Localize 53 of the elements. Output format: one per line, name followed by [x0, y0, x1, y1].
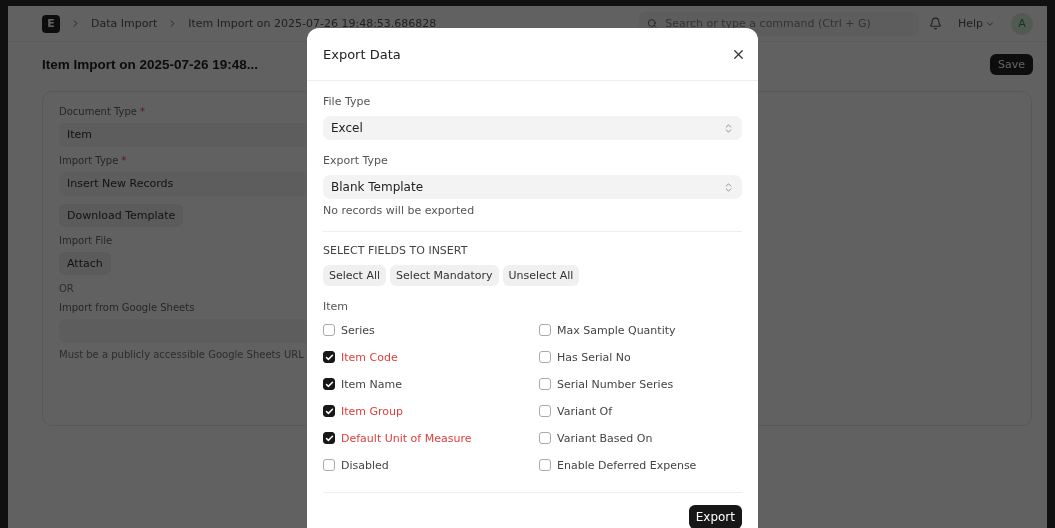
checkbox[interactable] [323, 459, 335, 471]
checkbox-label: Enable Deferred Expense [557, 458, 697, 472]
help-button[interactable]: Help [951, 16, 1001, 31]
select-button[interactable]: Select All [323, 265, 387, 286]
field-label: Import File [59, 235, 113, 246]
dialog-title: Export Data [323, 46, 401, 62]
group-label: Item [323, 300, 349, 313]
up-down-icon [723, 181, 734, 193]
page-title: Item Import on 2025-07-26 19:48... [42, 57, 259, 72]
checkbox[interactable] [323, 351, 335, 363]
checkbox-label: Max Sample Quantity [557, 323, 676, 337]
checkbox-label: Disabled [341, 458, 389, 472]
export-button[interactable]: Export [688, 505, 742, 528]
field-description: No records will be exported [323, 204, 475, 217]
checkbox[interactable] [323, 405, 335, 417]
breadcrumb-link[interactable]: Item Import on 2025-07-26 19:48:53.686828 [188, 17, 437, 30]
field-label: Document Type * [59, 106, 145, 117]
checkbox[interactable] [539, 351, 551, 363]
search-icon [646, 18, 658, 29]
checkbox-label: Item Group [341, 404, 404, 418]
checkbox[interactable] [323, 432, 335, 444]
save-button[interactable]: Save [990, 54, 1033, 75]
checkbox[interactable] [323, 378, 335, 390]
breadcrumb-link[interactable]: Data Import [91, 17, 158, 30]
checkbox[interactable] [539, 324, 551, 336]
checkbox-label: Has Serial No [557, 350, 631, 364]
select-field[interactable]: Blank Template [323, 175, 742, 199]
download-button[interactable]: Download Template [59, 204, 184, 227]
checkbox-label: Variant Of [557, 404, 613, 418]
checkbox[interactable] [539, 432, 551, 444]
select-button[interactable]: Select Mandatory [390, 265, 499, 286]
field-label: Export Type [323, 154, 388, 167]
checkbox[interactable] [323, 324, 335, 336]
app-logo[interactable]: E [42, 14, 60, 33]
checkbox-label: Item Name [341, 377, 402, 391]
checkbox[interactable] [539, 378, 551, 390]
select-button[interactable]: Unselect All [502, 265, 580, 286]
bell-icon[interactable] [928, 17, 942, 30]
checkbox-label: Item Code [341, 350, 398, 364]
field-label: Import Type * [59, 155, 127, 166]
field-label: File Type [323, 95, 371, 108]
checkbox-label: Serial Number Series [557, 377, 674, 391]
field-label: Import from Google Sheets [59, 302, 195, 313]
select-field[interactable]: Excel [323, 116, 742, 140]
checkbox[interactable] [539, 405, 551, 417]
section-title: SELECT FIELDS TO INSERT [323, 244, 468, 257]
checkbox-label: Default Unit of Measure [341, 431, 472, 445]
checkbox-label: Variant Based On [557, 431, 653, 445]
checkbox[interactable] [539, 459, 551, 471]
user-avatar[interactable]: A [1011, 12, 1033, 35]
up-down-icon [723, 122, 734, 134]
checkbox-label: Series [341, 323, 375, 337]
attach-button[interactable]: Attach [59, 252, 111, 275]
